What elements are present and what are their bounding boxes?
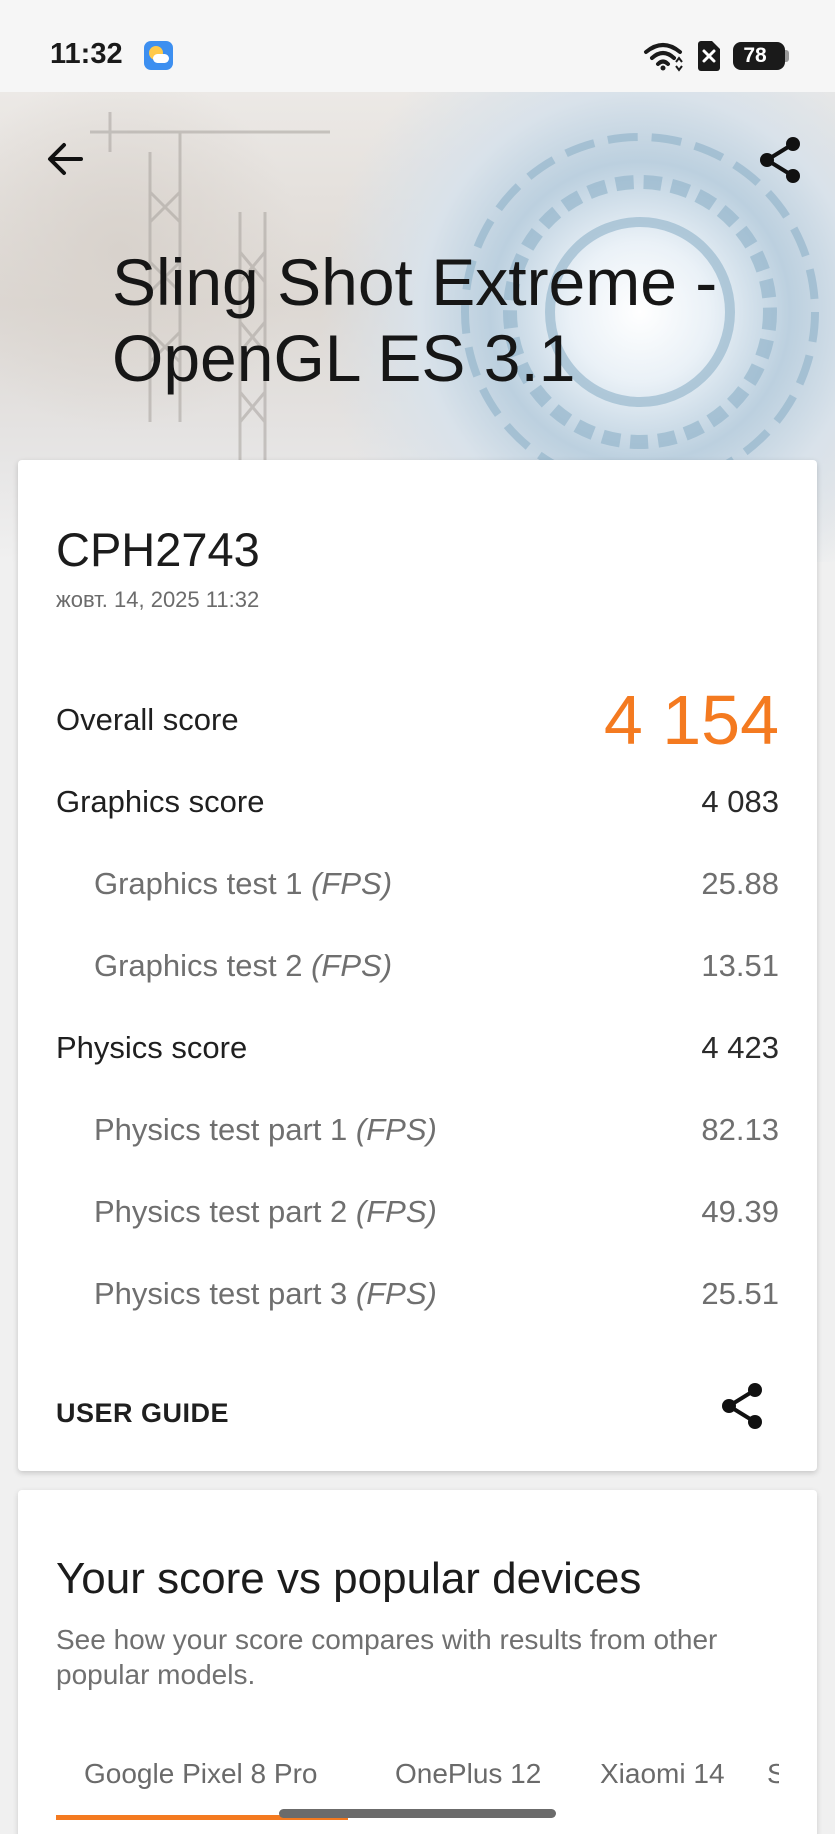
score-label: Physics score bbox=[56, 1030, 247, 1066]
score-value: 13.51 bbox=[701, 948, 779, 983]
score-row: Physics score 4 423 bbox=[56, 1023, 779, 1073]
score-value: 4 083 bbox=[701, 784, 779, 819]
score-label: Physics test part 3 (FPS) bbox=[56, 1276, 437, 1312]
fps-unit-label: (FPS) bbox=[311, 866, 393, 901]
score-label: Graphics test 1 (FPS) bbox=[56, 866, 392, 902]
fps-unit-label: (FPS) bbox=[355, 1276, 437, 1311]
score-value: 25.51 bbox=[701, 1276, 779, 1311]
status-time: 11:32 bbox=[50, 38, 123, 70]
score-value: 49.39 bbox=[701, 1194, 779, 1229]
tab-next-device[interactable]: S bbox=[767, 1754, 779, 1814]
battery-tip bbox=[785, 50, 789, 62]
score-label-text: Graphics test 2 bbox=[94, 948, 312, 983]
device-name: CPH2743 bbox=[56, 523, 260, 576]
tab-google-pixel-8-pro[interactable]: Google Pixel 8 Pro bbox=[84, 1754, 317, 1814]
share-result-button[interactable] bbox=[714, 1378, 770, 1434]
share-icon bbox=[722, 1383, 762, 1429]
overall-score-value: 4 154 bbox=[603, 681, 779, 759]
sub-score-row: Physics test part 3 (FPS) 25.51 bbox=[56, 1269, 779, 1319]
page-title: Sling Shot Extreme - OpenGL ES 3.1 bbox=[112, 245, 718, 395]
comparison-card: Your score vs popular devices See how yo… bbox=[18, 1490, 817, 1834]
sub-score-row: Physics test part 2 (FPS) 49.39 bbox=[56, 1187, 779, 1237]
sub-score-row: Graphics test 2 (FPS) 13.51 bbox=[56, 941, 779, 991]
sub-score-row: Graphics test 1 (FPS) 25.88 bbox=[56, 859, 779, 909]
battery-icon: 78 bbox=[733, 42, 785, 70]
share-icon bbox=[760, 137, 800, 183]
device-tabs: Google Pixel 8 Pro OnePlus 12 Xiaomi 14 … bbox=[56, 1754, 779, 1814]
score-label: Graphics test 2 (FPS) bbox=[56, 948, 392, 984]
score-label-text: Physics test part 2 bbox=[94, 1194, 356, 1229]
score-label-text: Physics score bbox=[56, 1030, 248, 1065]
status-bar: 11:32 78 bbox=[0, 0, 835, 92]
sub-score-row: Physics test part 1 (FPS) 82.13 bbox=[56, 1105, 779, 1155]
overall-score-label: Overall score bbox=[56, 702, 239, 737]
user-guide-link[interactable]: USER GUIDE bbox=[56, 1398, 229, 1429]
overall-score-row: Overall score 4 154 bbox=[56, 680, 779, 760]
comparison-subtitle: See how your score compares with results… bbox=[56, 1624, 718, 1690]
comparison-title: Your score vs popular devices bbox=[56, 1554, 642, 1603]
no-sim-icon bbox=[698, 41, 720, 71]
result-card: CPH2743 жовт. 14, 2025 11:32 Overall sco… bbox=[18, 460, 817, 1471]
arrow-left-icon bbox=[48, 143, 83, 175]
home-indicator[interactable] bbox=[279, 1809, 556, 1818]
share-button[interactable] bbox=[752, 132, 808, 188]
fps-unit-label: (FPS) bbox=[355, 1112, 437, 1147]
score-label: Graphics score bbox=[56, 784, 264, 820]
battery-level: 78 bbox=[743, 44, 767, 67]
score-label-text: Graphics test 1 bbox=[94, 866, 312, 901]
score-label: Physics test part 1 (FPS) bbox=[56, 1112, 437, 1148]
back-button[interactable] bbox=[40, 134, 90, 184]
screen: 11:32 78 Sling Shot Extreme - OpenGL ES … bbox=[0, 0, 835, 1834]
score-label-text: Physics test part 3 bbox=[94, 1276, 356, 1311]
wifi-icon bbox=[644, 43, 683, 72]
score-label-text: Physics test part 1 bbox=[94, 1112, 356, 1147]
score-label-text: Graphics score bbox=[56, 784, 265, 819]
result-date: жовт. 14, 2025 11:32 bbox=[56, 587, 260, 612]
fps-unit-label: (FPS) bbox=[355, 1194, 437, 1229]
score-value: 25.88 bbox=[701, 866, 779, 901]
tab-xiaomi-14[interactable]: Xiaomi 14 bbox=[600, 1754, 725, 1814]
score-value: 82.13 bbox=[701, 1112, 779, 1147]
score-row: Graphics score 4 083 bbox=[56, 777, 779, 827]
fps-unit-label: (FPS) bbox=[311, 948, 393, 983]
score-label: Physics test part 2 (FPS) bbox=[56, 1194, 437, 1230]
weather-icon bbox=[144, 41, 173, 70]
score-value: 4 423 bbox=[701, 1030, 779, 1065]
tab-oneplus-12[interactable]: OnePlus 12 bbox=[395, 1754, 541, 1814]
